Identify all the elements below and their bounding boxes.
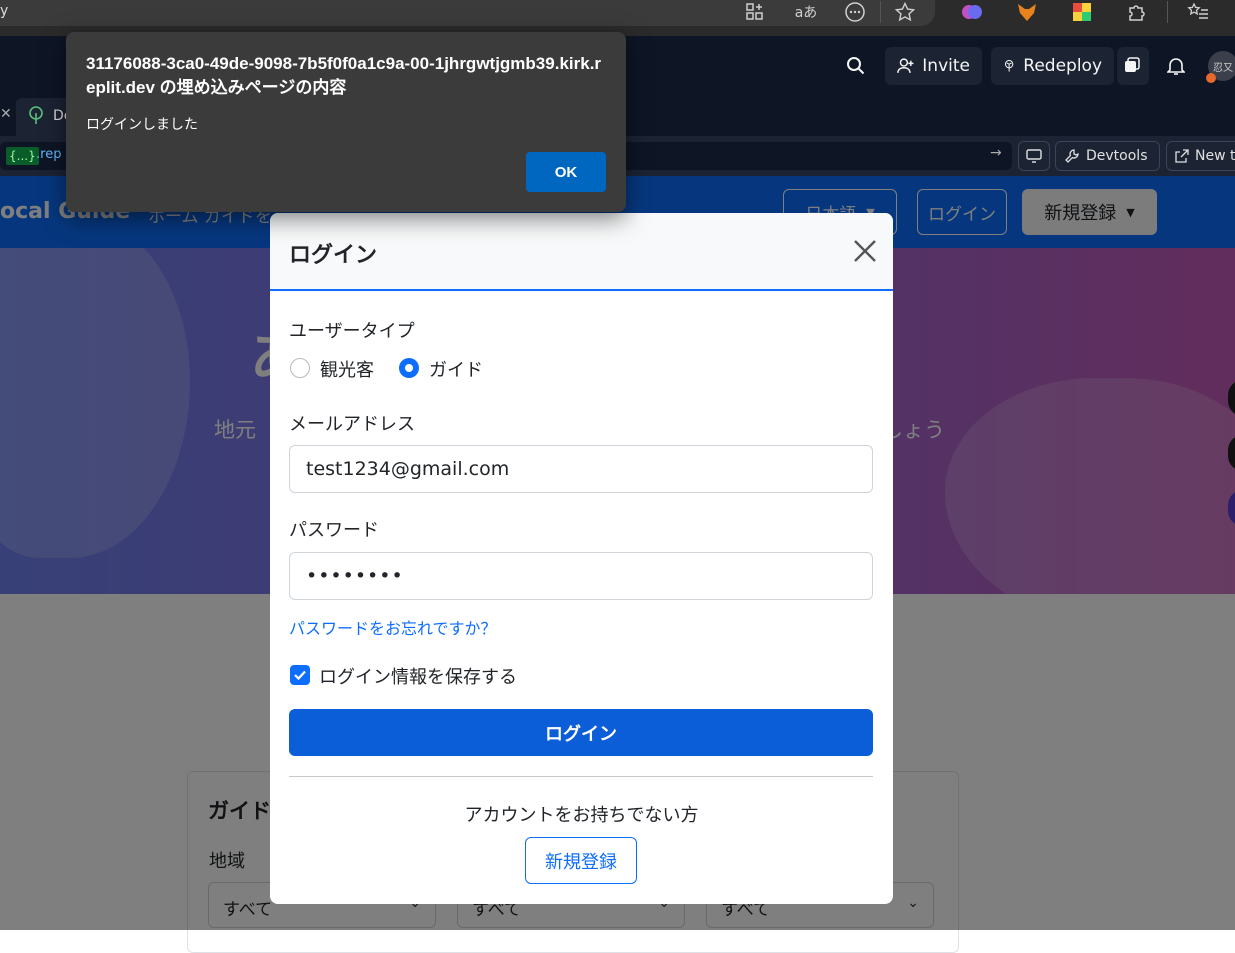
favorite-star-icon[interactable] [890, 0, 920, 24]
signup-button-label: 新規登録 [545, 851, 617, 872]
ok-button-label: OK [554, 163, 578, 181]
new-tab-button[interactable]: New t [1166, 141, 1235, 171]
alert-title: 31176088-3ca0-49de-9098-7b5f0f0a1c9a-00-… [86, 54, 602, 97]
arrow-right-icon[interactable]: → [990, 145, 1002, 161]
address-text: y [0, 3, 9, 19]
window-icon [1125, 57, 1140, 72]
more-icon[interactable] [840, 0, 870, 24]
bell-icon[interactable] [1164, 54, 1188, 78]
password-field[interactable]: •••••••• [289, 552, 873, 600]
brain-extension-icon[interactable] [957, 0, 987, 24]
email-value: test1234@gmail.com [306, 458, 510, 480]
devtools-button[interactable]: Devtools [1055, 141, 1160, 171]
device-button[interactable] [1018, 141, 1050, 171]
login-modal: ログイン ユーザータイプ 観光客 ガイド メールアドレス test1234@gm… [270, 213, 893, 904]
signup-button[interactable]: 新規登録 [525, 837, 637, 884]
redeploy-label: Redeploy [1023, 56, 1102, 76]
avatar[interactable]: 忍又 [1206, 51, 1235, 83]
ok-button[interactable]: OK [526, 152, 606, 192]
puzzle-icon[interactable] [1122, 0, 1152, 24]
window-toggle-button[interactable] [1117, 47, 1149, 85]
url-tag: {...} [6, 147, 39, 165]
modal-title: ログイン [289, 242, 378, 267]
toolbar-divider [1167, 1, 1168, 23]
radio-guide-label[interactable]: ガイド [429, 356, 483, 382]
password-label: パスワード [289, 520, 379, 540]
password-value: •••••••• [306, 565, 404, 587]
tree-icon [28, 106, 44, 128]
external-link-icon [1175, 149, 1189, 163]
favorites-list-icon[interactable] [1183, 0, 1213, 24]
no-account-text: アカウントをお持ちでない方 [464, 805, 699, 825]
alert-dialog: 31176088-3ca0-49de-9098-7b5f0f0a1c9a-00-… [66, 32, 626, 212]
apps-icon[interactable] [740, 0, 770, 24]
email-label: メールアドレス [289, 414, 415, 434]
alert-message: ログインしました [86, 116, 198, 132]
divider [289, 776, 873, 777]
user-type-label: ユーザータイプ [289, 321, 415, 341]
check-icon [294, 670, 306, 681]
invite-button[interactable]: Invite [885, 47, 982, 85]
toolbar-divider [880, 1, 881, 23]
read-aloud-icon[interactable]: aあ [790, 0, 822, 24]
radio-guide[interactable] [399, 358, 419, 378]
radio-tourist[interactable] [290, 358, 310, 378]
remember-label[interactable]: ログイン情報を保存する [319, 663, 517, 689]
colorful-extension-icon[interactable] [1067, 0, 1097, 24]
remember-checkbox[interactable] [290, 665, 310, 685]
close-icon[interactable] [849, 235, 881, 267]
email-field[interactable]: test1234@gmail.com [289, 445, 873, 493]
monitor-icon [1026, 149, 1042, 163]
invite-label: Invite [922, 56, 970, 76]
add-user-icon [897, 58, 914, 73]
radio-tourist-label[interactable]: 観光客 [320, 356, 374, 382]
forgot-password-link[interactable]: パスワードをお忘れですか？ [289, 615, 497, 639]
wrench-icon [1065, 149, 1079, 163]
deploy-icon [1004, 59, 1014, 72]
devtools-label: Devtools [1086, 148, 1148, 164]
search-icon[interactable] [844, 54, 868, 78]
new-tab-label: New t [1195, 148, 1235, 164]
login-button[interactable]: ログイン [289, 709, 873, 756]
fox-extension-icon[interactable] [1012, 0, 1042, 24]
redeploy-button[interactable]: Redeploy [991, 47, 1114, 85]
close-icon[interactable]: ✕ [0, 106, 12, 122]
status-dot [1206, 73, 1216, 83]
url-text: .rep [36, 147, 62, 162]
login-button-label: ログイン [545, 723, 617, 744]
